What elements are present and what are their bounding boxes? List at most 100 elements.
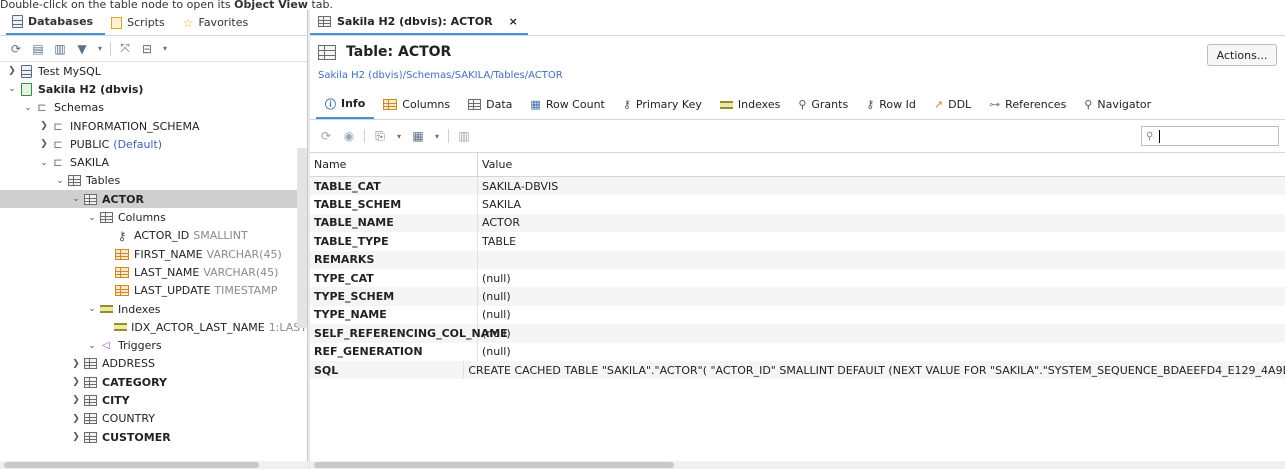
filter-dropdown-icon[interactable]: ▾ [96, 41, 104, 57]
stop-icon[interactable]: ◉ [341, 128, 357, 144]
tab-data[interactable]: Data [459, 91, 521, 119]
tree-item-category[interactable]: ❯ CATEGORY [0, 373, 307, 391]
tree-item-indexes[interactable]: ⌄ Indexes [0, 300, 307, 318]
column-header-name[interactable]: Name [310, 153, 478, 176]
tree-vertical-scrollbar[interactable] [297, 148, 307, 328]
table-row[interactable]: REMARKS [310, 250, 1285, 269]
chevron-down-icon[interactable]: ⌄ [86, 341, 98, 351]
disconnect-icon[interactable]: ▥ [52, 41, 68, 57]
chevron-right-icon[interactable]: ❯ [70, 359, 82, 369]
table-row[interactable]: TYPE_NAME (null) [310, 305, 1285, 325]
tree-horizontal-scrollbar[interactable] [0, 461, 308, 469]
toolbar-separator [364, 129, 365, 143]
tab-row-id[interactable]: ⚷ Row Id [857, 91, 925, 119]
chevron-down-icon[interactable]: ⌄ [86, 304, 98, 314]
tree-item-index-actor-last-name[interactable]: IDX_ACTOR_LAST_NAME 1:LAST [0, 318, 307, 336]
tree-options-dropdown-icon[interactable]: ▾ [161, 41, 169, 57]
chevron-down-icon[interactable]: ⌄ [86, 213, 98, 223]
tab-grants[interactable]: ⚲ Grants [789, 91, 857, 119]
tree-item-information-schema[interactable]: ❯ ⊏ INFORMATION_SCHEMA [0, 117, 307, 135]
tree-item-column-first-name[interactable]: FIRST_NAME VARCHAR(45) [0, 245, 307, 263]
chevron-right-icon[interactable]: ❯ [38, 121, 50, 131]
tab-primary-key[interactable]: ⚷ Primary Key [614, 91, 711, 119]
references-icon: ⊶ [989, 98, 1001, 111]
chevron-right-icon[interactable]: ❯ [70, 377, 82, 387]
tab-indexes[interactable]: Indexes [711, 91, 789, 119]
tab-row-count[interactable]: ▦ Row Count [521, 91, 613, 119]
tree-item-triggers[interactable]: ⌄ ◁ Triggers [0, 336, 307, 354]
tree-item-actor[interactable]: ⌄ ACTOR [0, 190, 307, 209]
tree-item-column-last-update[interactable]: LAST_UPDATE TIMESTAMP [0, 282, 307, 300]
filter-icon[interactable]: ▼ [74, 41, 90, 57]
quick-filter-input[interactable]: ⚲ [1141, 126, 1279, 146]
property-value: CREATE CACHED TABLE "SAKILA"."ACTOR"( "A… [468, 363, 1285, 377]
grid-view-dropdown-icon[interactable]: ▾ [433, 128, 441, 144]
chevron-down-icon[interactable]: ⌄ [70, 194, 82, 204]
tree-item-tables[interactable]: ⌄ Tables [0, 172, 307, 190]
editor-tab-actor[interactable]: Sakila H2 (dbvis): ACTOR × [310, 10, 528, 35]
chevron-right-icon[interactable]: ❯ [70, 395, 82, 405]
tree-item-address[interactable]: ❯ ADDRESS [0, 355, 307, 373]
tree-item-city[interactable]: ❯ CITY [0, 391, 307, 409]
tab-favorites[interactable]: ☆ Favorites [177, 10, 260, 35]
tree-item-sakila-h2[interactable]: ⌄ Sakila H2 (dbvis) [0, 80, 307, 98]
object-tree: ❯ Test MySQL ⌄ Sakila H2 (dbvis) ⌄ ⊏ Sch… [0, 62, 307, 447]
chevron-down-icon[interactable]: ⌄ [54, 176, 66, 186]
table-row[interactable]: REF_GENERATION (null) [310, 342, 1285, 361]
tree-item-public[interactable]: ❯ ⊏ PUBLIC (Default) [0, 135, 307, 153]
chevron-right-icon[interactable]: ❯ [6, 66, 18, 76]
property-name: REMARKS [310, 250, 478, 269]
refresh-icon[interactable]: ⟳ [8, 41, 24, 57]
tree-item-column-last-name[interactable]: LAST_NAME VARCHAR(45) [0, 263, 307, 281]
scrollbar-thumb[interactable] [4, 462, 259, 468]
tree-item-columns[interactable]: ⌄ Columns [0, 208, 307, 226]
columns-folder-icon [99, 212, 113, 224]
chevron-right-icon[interactable]: ❯ [70, 432, 82, 442]
grid-view-icon[interactable]: ▦ [410, 128, 426, 144]
chevron-down-icon[interactable]: ⌄ [38, 158, 50, 168]
editor-tab-bar: Sakila H2 (dbvis): ACTOR × [310, 10, 1285, 36]
table-row[interactable]: TABLE_SCHEM SAKILA [310, 195, 1285, 214]
connect-icon[interactable]: ▤ [30, 41, 46, 57]
tree-item-test-mysql[interactable]: ❯ Test MySQL [0, 62, 307, 80]
tab-databases[interactable]: Databases [6, 10, 106, 35]
property-name: SELF_REFERENCING_COL_NAME [310, 324, 508, 343]
tree-item-sakila-schema[interactable]: ⌄ ⊏ SAKILA [0, 153, 307, 171]
table-row[interactable]: TYPE_CAT (null) [310, 268, 1285, 288]
table-row[interactable]: TABLE_NAME ACTOR [310, 213, 1285, 233]
actions-button[interactable]: Actions... [1207, 44, 1277, 66]
close-icon[interactable]: × [509, 15, 518, 28]
scrollbar-thumb[interactable] [314, 462, 674, 468]
table-row[interactable]: SELF_REFERENCING_COL_NAME (null) [310, 324, 1285, 343]
tab-info[interactable]: ⓘ Info [316, 91, 375, 119]
grid-header-row: Name Value [310, 153, 1285, 177]
tab-ddl[interactable]: ↗ DDL [925, 91, 980, 119]
tab-scripts[interactable]: Scripts [105, 10, 177, 35]
table-row[interactable]: TYPE_SCHEM (null) [310, 287, 1285, 306]
chevron-right-icon[interactable]: ❯ [70, 414, 82, 424]
tree-options-icon[interactable]: ⊟ [139, 41, 155, 57]
tree-item-schemas[interactable]: ⌄ ⊏ Schemas [0, 99, 307, 117]
key-icon: ⚷ [622, 98, 631, 111]
tree-item-column-actor-id[interactable]: ⚷ ACTOR_ID SMALLINT [0, 227, 307, 245]
tree-item-customer[interactable]: ❯ CUSTOMER [0, 428, 307, 446]
table-row[interactable]: TABLE_TYPE TABLE [310, 232, 1285, 251]
export-icon[interactable]: ⎘ [372, 128, 388, 144]
tab-navigator[interactable]: ⚲ Navigator [1075, 91, 1160, 119]
chevron-down-icon[interactable]: ⌄ [22, 103, 34, 113]
chevron-down-icon[interactable]: ⌄ [6, 84, 18, 94]
object-path-breadcrumb[interactable]: Sakila H2 (dbvis)/Schemas/SAKILA/Tables/… [318, 70, 563, 81]
chevron-right-icon[interactable]: ❯ [38, 139, 50, 149]
tab-columns[interactable]: Columns [374, 91, 459, 119]
collapse-all-icon[interactable]: ⤧ [117, 41, 133, 57]
table-row[interactable]: TABLE_CAT SAKILA-DBVIS [310, 177, 1285, 196]
grid-horizontal-scrollbar[interactable] [310, 461, 1285, 469]
tree-item-country[interactable]: ❯ COUNTRY [0, 410, 307, 428]
export-dropdown-icon[interactable]: ▾ [395, 128, 403, 144]
tab-references[interactable]: ⊶ References [980, 91, 1075, 119]
data-icon [468, 99, 482, 110]
refresh-icon[interactable]: ⟳ [318, 128, 334, 144]
form-view-icon[interactable]: ▥ [456, 128, 472, 144]
table-row[interactable]: SQL CREATE CACHED TABLE "SAKILA"."ACTOR"… [310, 360, 1285, 380]
column-header-value[interactable]: Value [478, 153, 512, 176]
